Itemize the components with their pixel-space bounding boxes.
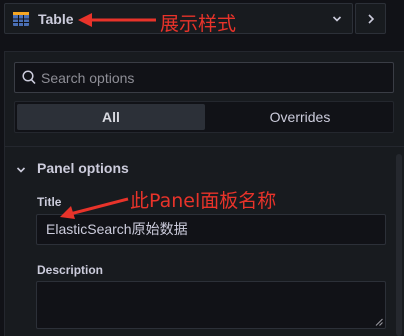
description-textarea[interactable]: [36, 281, 386, 329]
annotation-arrow-icon: [78, 13, 156, 27]
panel-editor-options: Table All Overrides Panel options Title …: [0, 0, 404, 336]
search-icon: [22, 70, 36, 85]
options-tabs: All Overrides: [14, 101, 394, 133]
panel-options-title: Panel options: [37, 160, 129, 176]
table-icon: [13, 12, 29, 26]
search-options-box[interactable]: [14, 62, 394, 93]
resize-grip-icon[interactable]: [375, 318, 383, 326]
divider: [4, 146, 404, 147]
search-input[interactable]: [41, 63, 381, 92]
annotation-arrow-icon: [60, 197, 129, 219]
chevron-right-icon: [368, 14, 375, 24]
description-label: Description: [37, 263, 104, 277]
annotation-title-note: 此Panel面板名称: [130, 190, 277, 212]
tab-all[interactable]: All: [17, 104, 205, 130]
collapse-options-button[interactable]: [355, 3, 386, 34]
chevron-down-icon: [332, 16, 342, 22]
visualization-name: Table: [38, 11, 74, 27]
chevron-down-icon: [16, 167, 26, 173]
scrollbar[interactable]: [396, 154, 402, 336]
tab-overrides[interactable]: Overrides: [207, 104, 393, 130]
annotation-viz-note: 展示样式: [160, 13, 237, 35]
